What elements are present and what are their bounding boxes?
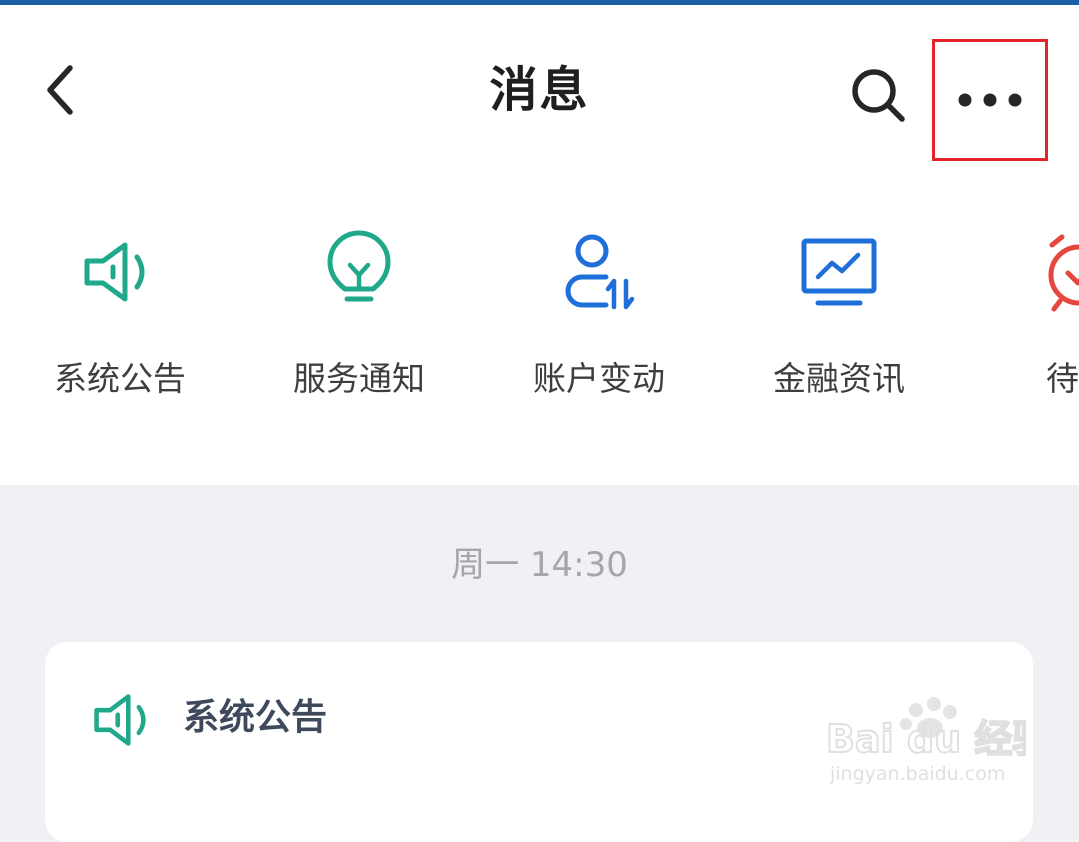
category-system-announcement[interactable]: 系统公告 — [20, 215, 220, 415]
top-section: 消息 系统公告 服务通知 账户变动 金融资讯 待 — [0, 5, 1079, 485]
category-financial-news[interactable]: 金融资讯 — [739, 215, 939, 415]
category-service-notice[interactable]: 服务通知 — [259, 215, 459, 415]
speaker-icon — [94, 694, 146, 746]
user-transfer-icon — [565, 234, 635, 310]
lightbulb-icon — [327, 230, 391, 302]
header: 消息 — [0, 5, 1079, 175]
category-label: 金融资讯 — [773, 359, 905, 398]
category-label: 服务通知 — [293, 359, 425, 398]
category-label: 系统公告 — [54, 359, 186, 398]
page-title: 消息 — [489, 62, 590, 118]
speaker-icon — [84, 242, 145, 302]
search-icon — [852, 69, 905, 122]
more-button[interactable] — [932, 39, 1048, 161]
more-horizontal-icon — [958, 93, 1022, 107]
category-label: 待办 — [1046, 359, 1079, 398]
baidu-jingyan-watermark: Bai du 经验 jingyan.baidu.com — [826, 697, 1026, 785]
message-card-title: 系统公告 — [183, 697, 328, 738]
message-timestamp: 周一 14:30 — [451, 545, 628, 585]
category-label: 账户变动 — [533, 359, 665, 398]
alarm-clock-icon — [1048, 234, 1079, 312]
category-row: 系统公告 服务通知 账户变动 金融资讯 待 — [0, 215, 1079, 435]
watermark-url: jingyan.baidu.com — [829, 763, 1005, 785]
watermark-logo: Bai du 经验 — [826, 717, 1026, 761]
category-account-change[interactable]: 账户变动 — [499, 215, 699, 415]
monitor-chart-icon — [801, 238, 877, 306]
search-button[interactable] — [840, 60, 916, 130]
category-todo[interactable]: 待办 — [979, 215, 1079, 415]
